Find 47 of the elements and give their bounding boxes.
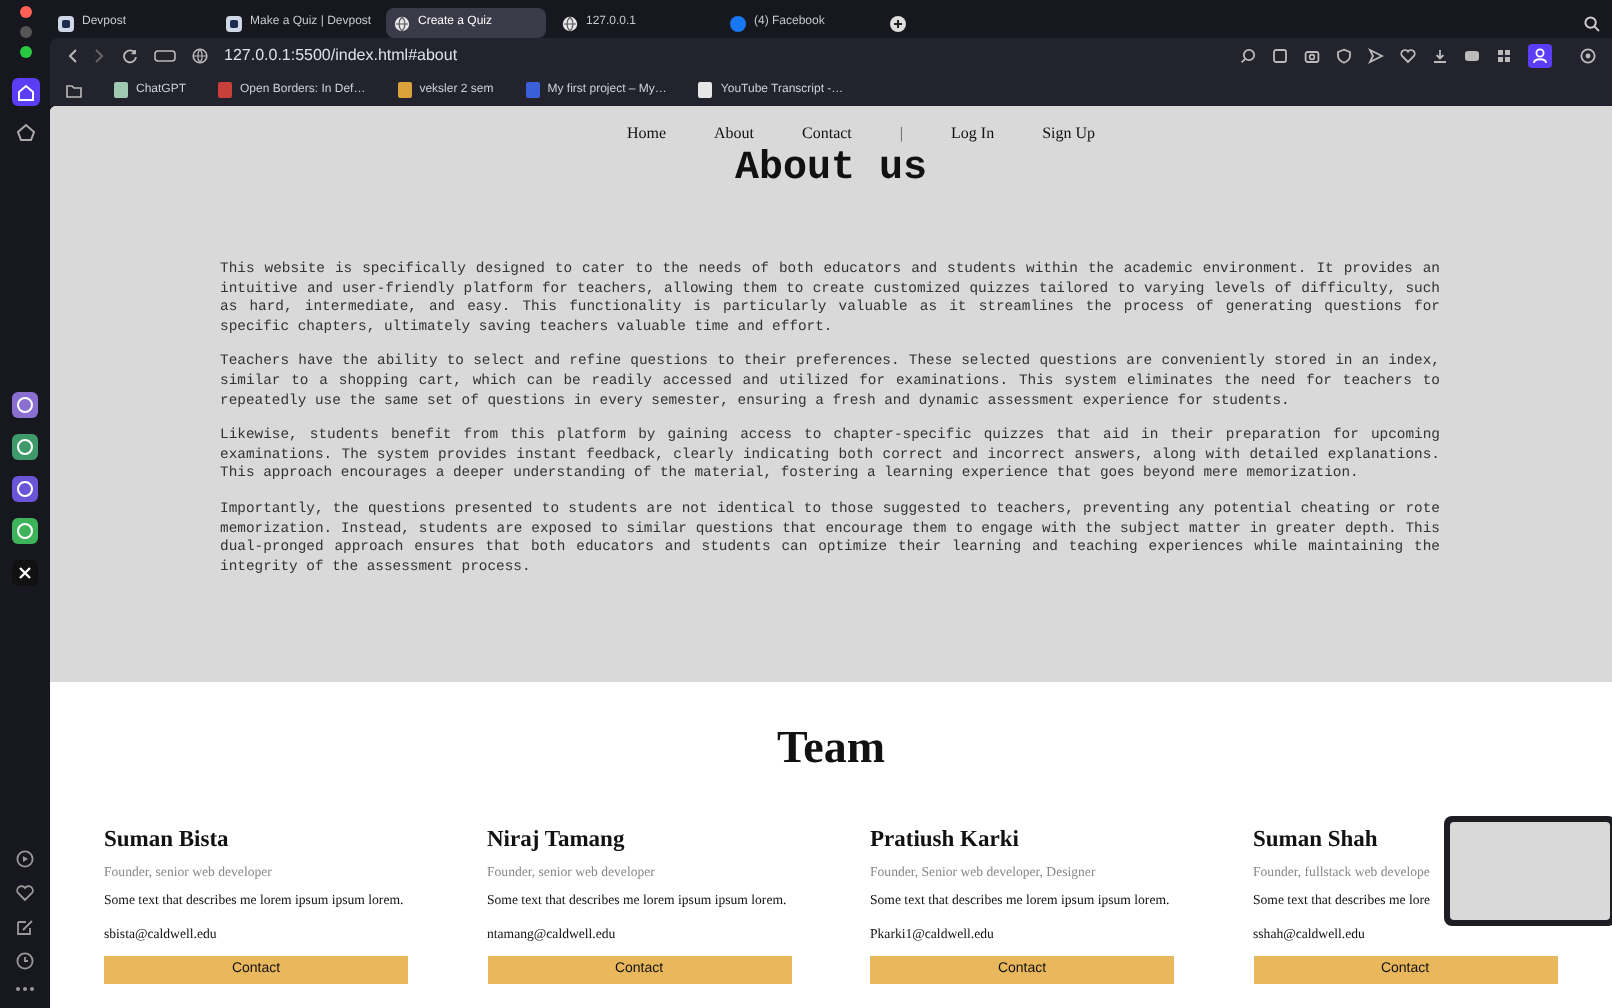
download-icon[interactable] (1432, 48, 1448, 64)
nav-link[interactable]: Contact (802, 122, 852, 146)
member-name: Pratiush Karki (870, 825, 1021, 855)
nav-separator: | (899, 122, 904, 146)
home-icon[interactable] (11, 78, 39, 106)
send-icon[interactable] (1368, 48, 1384, 64)
page-title: About us (734, 146, 927, 192)
profile-icon[interactable] (1528, 44, 1552, 68)
nav-link[interactable]: Sign Up (1042, 122, 1096, 146)
more-icon[interactable] (16, 986, 34, 992)
app-icon[interactable] (12, 518, 38, 544)
clock-icon[interactable] (16, 952, 34, 970)
play-circle-icon[interactable] (16, 850, 34, 868)
zoom-icon[interactable] (1240, 48, 1256, 64)
tab-favicon-icon (730, 15, 746, 31)
folder-icon[interactable] (66, 83, 82, 97)
tab-favicon-icon (58, 15, 74, 31)
member-name: Niraj Tamang (487, 825, 627, 855)
camera-icon[interactable] (1304, 48, 1320, 64)
forward-icon[interactable] (94, 48, 106, 64)
member-name: Suman Bista (104, 825, 231, 855)
extensions-icon[interactable] (1580, 48, 1596, 64)
new-tab-icon[interactable] (890, 15, 906, 31)
app-icon[interactable] (12, 476, 38, 502)
x-app-icon[interactable] (12, 560, 38, 586)
note-icon[interactable] (1272, 48, 1288, 64)
grid-icon[interactable] (1496, 48, 1512, 64)
app-icon[interactable] (12, 434, 38, 460)
shield-icon[interactable] (1336, 48, 1352, 64)
member-name: Suman Shah (1253, 825, 1380, 855)
address-bar[interactable]: 127.0.0.1:5500/index.html#about (224, 44, 458, 68)
globe-icon (562, 15, 578, 31)
shape-icon[interactable] (15, 122, 35, 142)
globe-icon (192, 48, 208, 64)
back-icon[interactable] (66, 48, 78, 64)
reload-icon[interactable] (122, 48, 138, 64)
search-icon[interactable] (1584, 15, 1600, 31)
nav-link[interactable]: Log In (951, 122, 995, 146)
edit-icon[interactable] (16, 918, 34, 936)
heart-icon[interactable] (1400, 48, 1416, 64)
heart-icon[interactable] (16, 884, 34, 902)
tab-favicon-icon (226, 15, 242, 31)
nav-link[interactable]: Home (626, 122, 667, 146)
globe-icon (394, 15, 410, 31)
app-icon[interactable] (12, 392, 38, 418)
section-heading: Team (776, 722, 886, 772)
nav-link[interactable]: About (714, 122, 755, 146)
